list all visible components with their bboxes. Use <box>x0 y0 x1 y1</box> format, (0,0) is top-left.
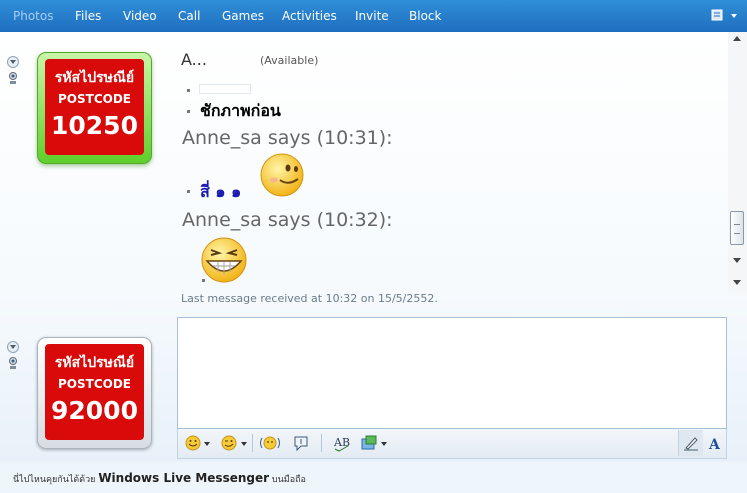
scroll-thumb[interactable] <box>730 211 744 245</box>
menu-dropdown-icon[interactable] <box>731 14 737 18</box>
menu-block[interactable]: Block <box>409 9 441 23</box>
message-text: สี่ ๑ ๑ <box>200 182 242 201</box>
voice-clip-icon[interactable] <box>292 433 310 453</box>
wink-dropdown-icon[interactable] <box>241 442 247 446</box>
handwriting-button[interactable] <box>678 430 703 456</box>
message-header: Anne_sa says (10:32): <box>182 209 393 231</box>
scroll-down-arrow-icon[interactable] <box>733 280 741 285</box>
laugh-emoticon-icon <box>201 237 247 283</box>
footer-ad-bar: นี่ไปไหนคุยกันได้ด้วย Windows Live Messe… <box>0 462 747 493</box>
message-text: ชักภาพก่อน <box>200 101 281 120</box>
self-avatar[interactable]: รหัสไปรษณีย์ POSTCODE 92000 <box>37 337 152 449</box>
menu-files[interactable]: Files <box>75 9 101 23</box>
collapse-self-icon[interactable] <box>7 341 19 353</box>
font-icon: A <box>708 437 721 451</box>
footer-text[interactable]: นี่ไปไหนคุยกันได้ด้วย Windows Live Messe… <box>13 471 306 486</box>
self-display-picture: รหัสไปรษณีย์ POSTCODE 92000 <box>45 344 144 440</box>
menu-photos[interactable]: Photos <box>13 9 53 23</box>
contact-name[interactable]: A... <box>181 50 207 69</box>
svg-text:AB: AB <box>333 436 350 449</box>
font-button[interactable]: A <box>704 430 726 456</box>
collapse-contact-icon[interactable] <box>7 56 19 68</box>
smile-emoticon-icon <box>260 153 304 197</box>
self-avatar-code: 92000 <box>51 396 138 425</box>
message-header: Anne_sa says (10:31): <box>182 127 393 149</box>
spell-check-icon[interactable]: AB <box>332 433 352 453</box>
footer-prefix: นี่ไปไหนคุยกันได้ด้วย <box>13 475 99 485</box>
background-icon[interactable] <box>360 433 378 453</box>
scroll-up-arrow-icon[interactable] <box>733 36 741 41</box>
input-toolbar: AB A <box>177 429 727 459</box>
nudge-icon[interactable] <box>258 433 282 453</box>
toolbar-separator <box>252 434 253 452</box>
message-bullet <box>202 279 205 282</box>
show-menu-icon[interactable] <box>711 8 725 22</box>
menu-call[interactable]: Call <box>178 9 200 23</box>
message-bullet <box>187 110 190 113</box>
self-avatar-thai: รหัสไปรษณีย์ <box>54 355 135 371</box>
contact-avatar-label: POSTCODE <box>58 92 131 106</box>
handwriting-icon <box>684 437 698 451</box>
footer-brand: Windows Live Messenger <box>98 471 270 485</box>
self-webcam-icon[interactable] <box>8 357 18 370</box>
footer-suffix: บนมือถือ <box>269 475 306 485</box>
wink-icon[interactable] <box>220 433 238 453</box>
redacted-message <box>199 84 251 94</box>
contact-display-picture: รหัสไปรษณีย์ POSTCODE 10250 <box>45 59 144 155</box>
top-menu-bar: Photos Files Video Call Games Activities… <box>0 0 747 32</box>
contact-avatar-code: 10250 <box>51 111 138 140</box>
self-avatar-label: POSTCODE <box>58 377 131 391</box>
message-input[interactable] <box>177 317 727 429</box>
contact-avatar-thai: รหัสไปรษณีย์ <box>54 70 135 86</box>
scroll-down-arrow-icon[interactable] <box>733 258 741 263</box>
emoticon-icon[interactable] <box>184 433 202 453</box>
contact-avatar[interactable]: รหัสไปรษณีย์ POSTCODE 10250 <box>37 52 152 164</box>
menu-invite[interactable]: Invite <box>355 9 389 23</box>
menu-games[interactable]: Games <box>222 9 264 23</box>
message-bullet <box>187 89 190 92</box>
conversation-scrollbar[interactable] <box>728 32 747 294</box>
menu-activities[interactable]: Activities <box>282 9 337 23</box>
menu-video[interactable]: Video <box>123 9 157 23</box>
last-message-received: Last message received at 10:32 on 15/5/2… <box>181 292 438 305</box>
svg-text:A: A <box>708 437 721 451</box>
background-dropdown-icon[interactable] <box>381 442 387 446</box>
message-bullet <box>187 190 190 193</box>
contact-status: (Available) <box>260 54 319 67</box>
emoticon-dropdown-icon[interactable] <box>204 442 210 446</box>
toolbar-separator <box>321 434 322 452</box>
webcam-icon[interactable] <box>8 72 18 85</box>
